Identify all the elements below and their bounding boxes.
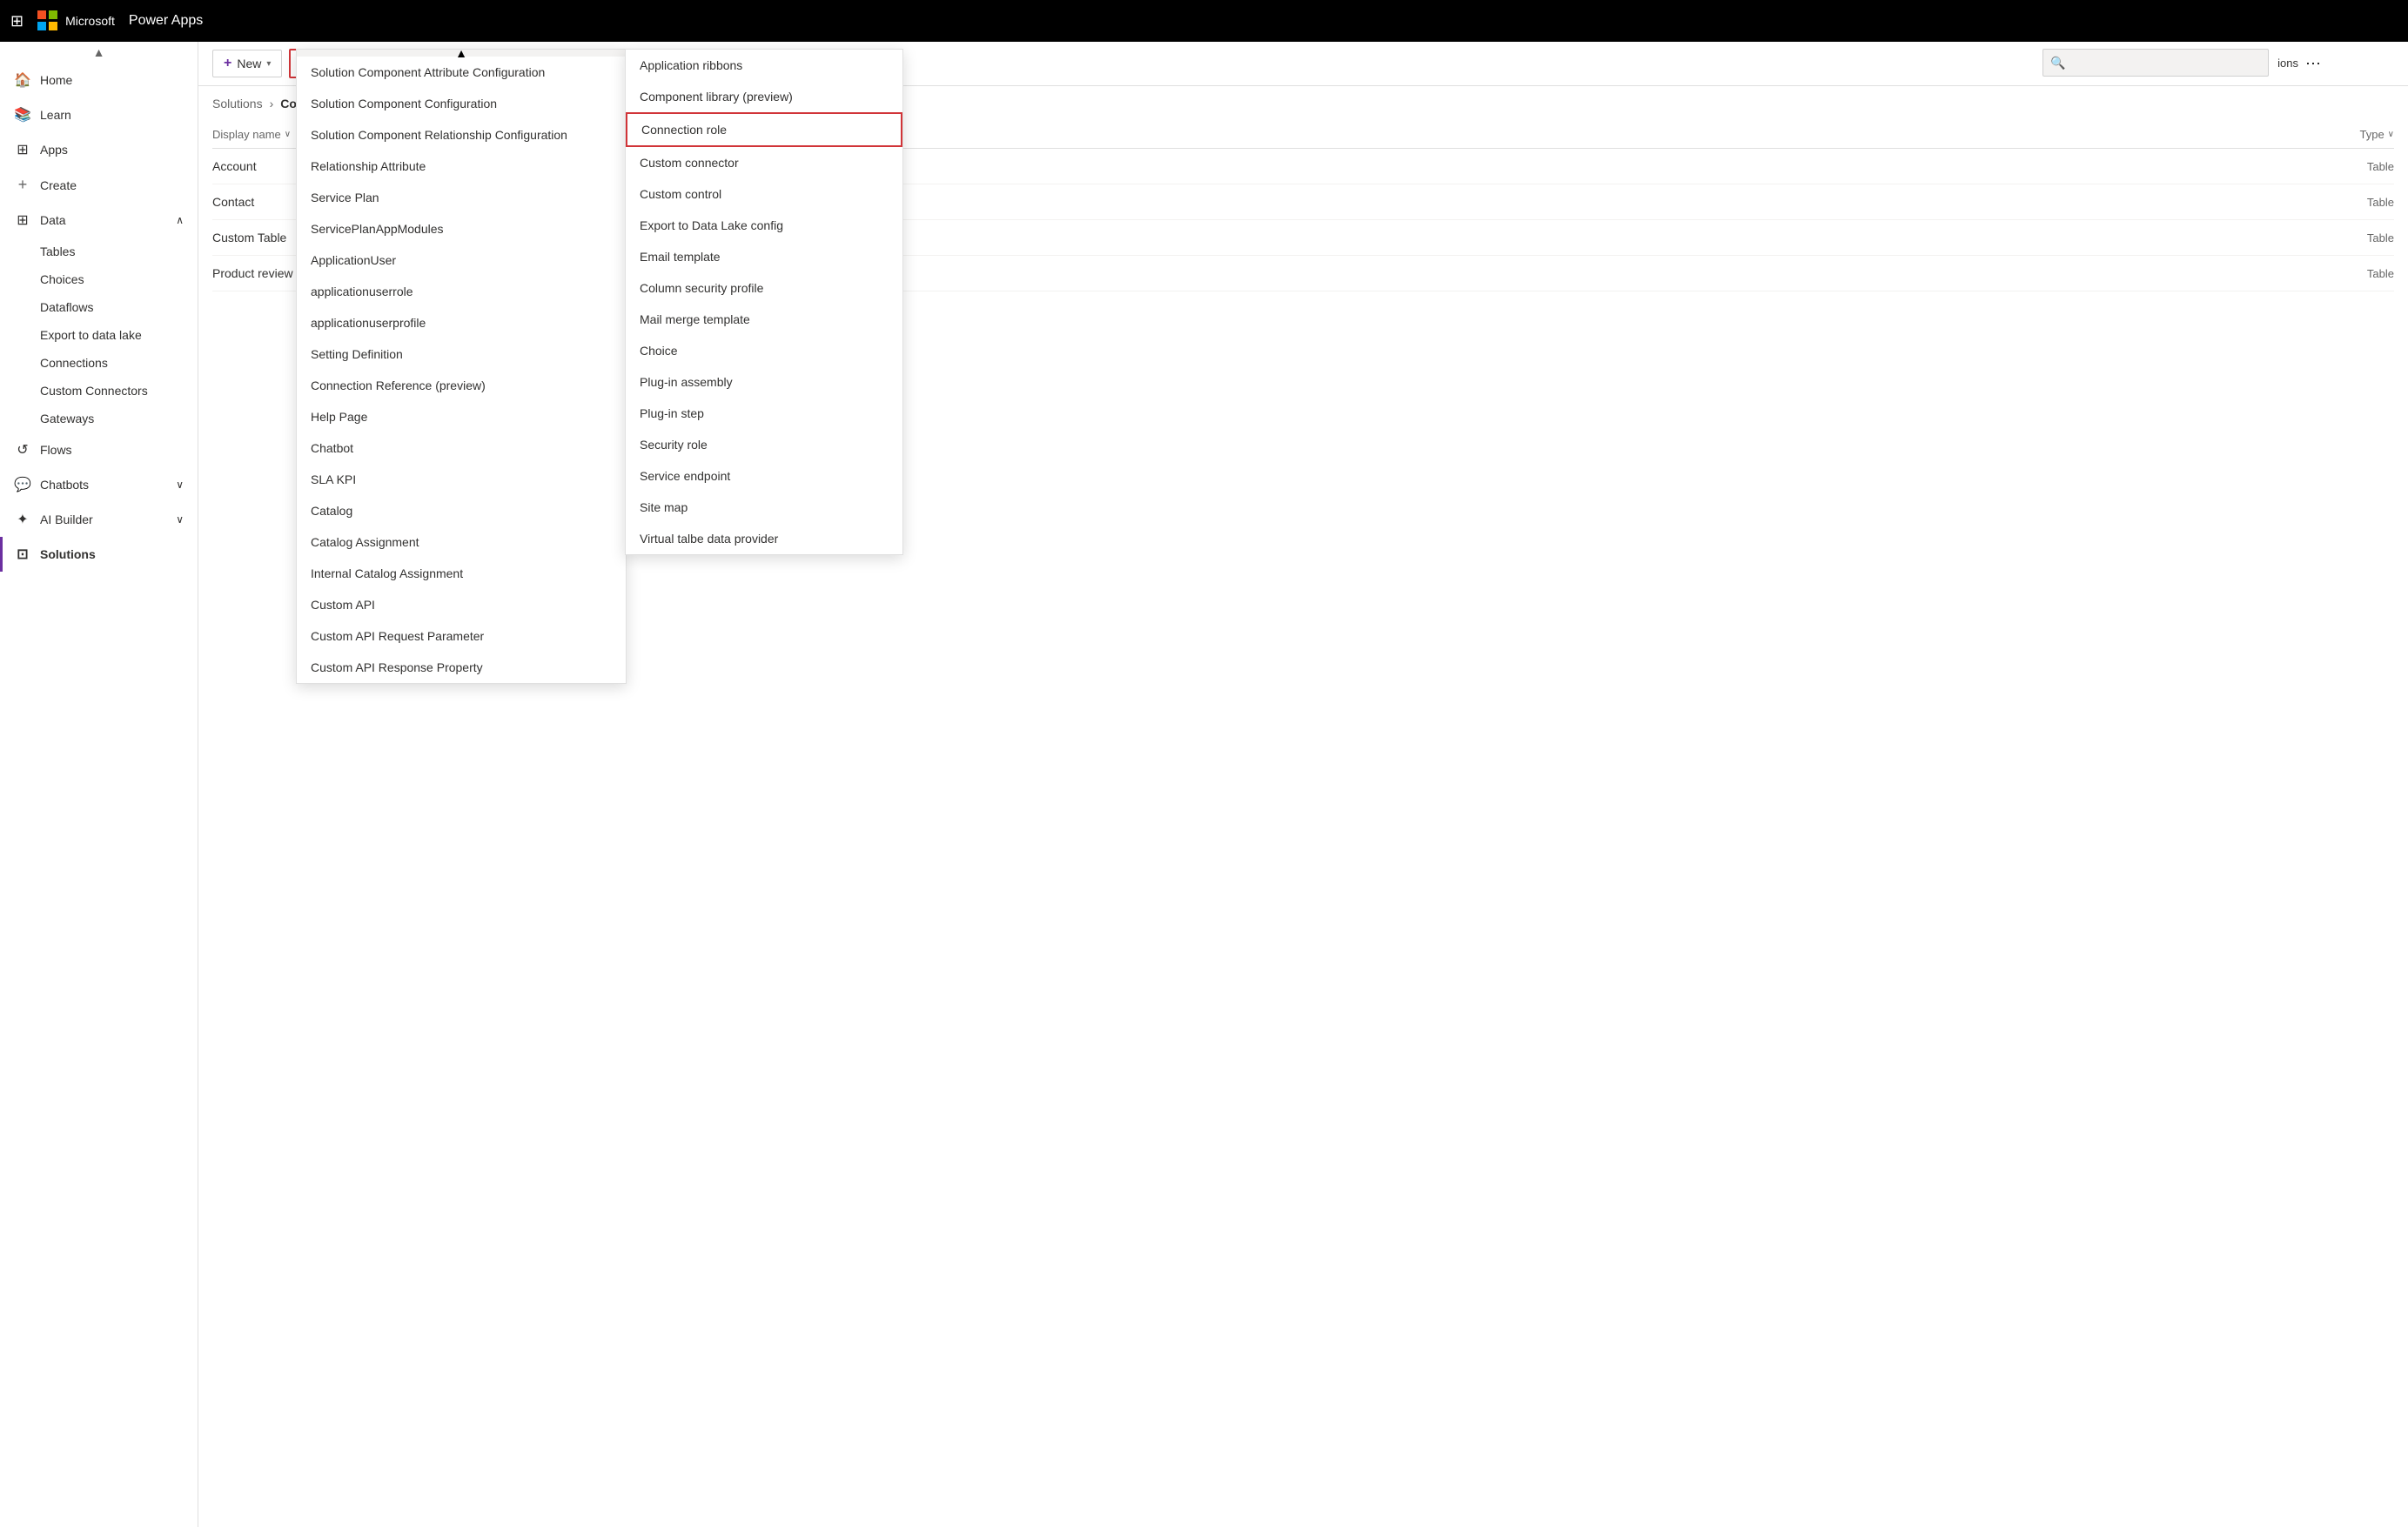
dropdown-item-security-role[interactable]: Security role [626, 429, 902, 460]
dropdown-item-component-library[interactable]: Component library (preview) [626, 81, 902, 112]
topbar: ⊞ Microsoft Power Apps [0, 0, 2408, 42]
dropdown-item-catalog[interactable]: Catalog [297, 495, 626, 526]
dropdown-item-plug-in-assembly[interactable]: Plug-in assembly [626, 366, 902, 398]
dropdown-item-column-security-profile[interactable]: Column security profile [626, 272, 902, 304]
dropdown-right: Application ribbons Component library (p… [625, 49, 903, 555]
app-name: Power Apps [129, 13, 203, 29]
dropdown-item-applicationuserrole[interactable]: applicationuserrole [297, 276, 626, 307]
dropdown-item-applicationuserprofile[interactable]: applicationuserprofile [297, 307, 626, 338]
microsoft-logo: Microsoft [37, 10, 115, 31]
microsoft-label: Microsoft [65, 14, 115, 28]
dropdown-item-solution-component-attribute-config[interactable]: Solution Component Attribute Configurati… [297, 57, 626, 88]
dropdown-item-plug-in-step[interactable]: Plug-in step [626, 398, 902, 429]
dropdown-item-custom-api-request-parameter[interactable]: Custom API Request Parameter [297, 620, 626, 652]
dropdown-item-mail-merge-template[interactable]: Mail merge template [626, 304, 902, 335]
dropdown-item-application-user[interactable]: ApplicationUser [297, 244, 626, 276]
dropdown-item-help-page[interactable]: Help Page [297, 401, 626, 432]
dropdown-item-application-ribbons[interactable]: Application ribbons [626, 50, 902, 81]
ms-logo-yellow [49, 22, 57, 30]
dropdown-item-service-plan-app-modules[interactable]: ServicePlanAppModules [297, 213, 626, 244]
dropdown-item-setting-definition[interactable]: Setting Definition [297, 338, 626, 370]
dropdown-item-virtual-table-data-provider[interactable]: Virtual talbe data provider [626, 523, 902, 554]
dropdown-item-custom-control[interactable]: Custom control [626, 178, 902, 210]
ms-logo-green [49, 10, 57, 19]
dropdown-item-export-to-data-lake-config[interactable]: Export to Data Lake config [626, 210, 902, 241]
ms-logo-grid [37, 10, 58, 31]
dropdown-item-catalog-assignment[interactable]: Catalog Assignment [297, 526, 626, 558]
dropdown-item-solution-component-relationship-config[interactable]: Solution Component Relationship Configur… [297, 119, 626, 151]
dropdown-item-solution-component-config[interactable]: Solution Component Configuration [297, 88, 626, 119]
waffle-icon[interactable]: ⊞ [10, 12, 23, 30]
dropdown-item-sla-kpi[interactable]: SLA KPI [297, 464, 626, 495]
dropdown-item-connection-role[interactable]: Connection role [626, 112, 902, 147]
dropdown-item-custom-api[interactable]: Custom API [297, 589, 626, 620]
dropdown-item-custom-connector[interactable]: Custom connector [626, 147, 902, 178]
scroll-up-icon: ▲ [455, 49, 467, 60]
dropdown-item-choice[interactable]: Choice [626, 335, 902, 366]
dropdown-item-site-map[interactable]: Site map [626, 492, 902, 523]
dropdown-item-connection-reference[interactable]: Connection Reference (preview) [297, 370, 626, 401]
dropdown-item-service-plan[interactable]: Service Plan [297, 182, 626, 213]
dropdown-overlay: ▲ Solution Component Attribute Configura… [0, 0, 2408, 1527]
dropdown-item-custom-api-response-property[interactable]: Custom API Response Property [297, 652, 626, 683]
scroll-indicator-top[interactable]: ▲ [297, 50, 626, 57]
dropdown-item-internal-catalog-assignment[interactable]: Internal Catalog Assignment [297, 558, 626, 589]
dropdown-item-service-endpoint[interactable]: Service endpoint [626, 460, 902, 492]
dropdown-left: ▲ Solution Component Attribute Configura… [296, 49, 627, 684]
dropdown-item-relationship-attribute[interactable]: Relationship Attribute [297, 151, 626, 182]
ms-logo-blue [37, 22, 46, 30]
dropdown-item-chatbot[interactable]: Chatbot [297, 432, 626, 464]
ms-logo-red [37, 10, 46, 19]
dropdown-item-email-template[interactable]: Email template [626, 241, 902, 272]
